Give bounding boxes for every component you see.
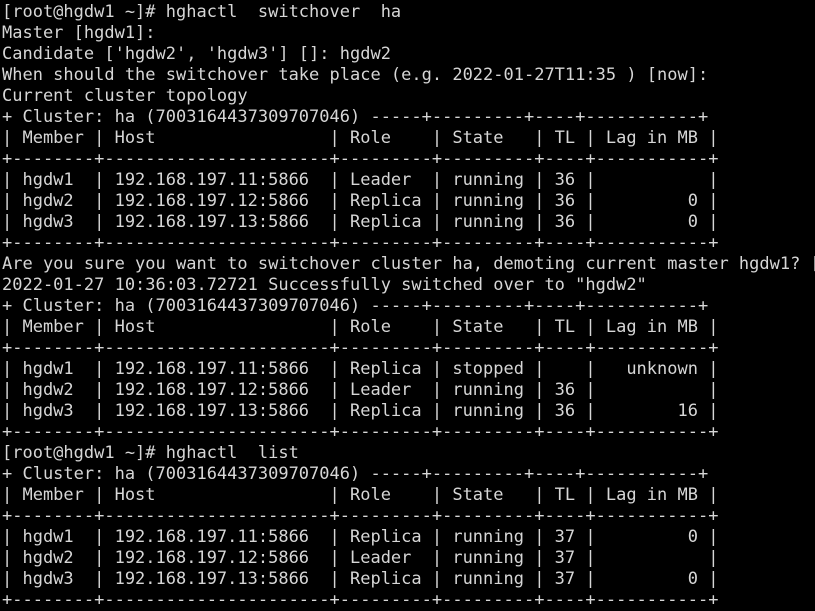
- terminal-line: | hgdw2 | 192.168.197.12:5866 | Leader |…: [2, 548, 719, 568]
- terminal-line: Are you sure you want to switchover clus…: [2, 254, 815, 274]
- terminal-line: | hgdw3 | 192.168.197.13:5866 | Replica …: [2, 212, 719, 232]
- terminal-line: [root@hgdw1 ~]# hghactl list: [2, 443, 299, 463]
- terminal-line: + Cluster: ha (7003164437309707046) ----…: [2, 296, 709, 316]
- terminal-line: [root@hgdw1 ~]# hghactl switchover ha: [2, 2, 402, 22]
- terminal-line: | Member | Host | Role | State | TL | La…: [2, 128, 719, 148]
- terminal-line: Current cluster topology: [2, 86, 248, 106]
- terminal-line: Master [hgdw1]:: [2, 23, 156, 43]
- terminal-line: +--------+----------------------+-------…: [2, 338, 719, 358]
- terminal-output: [root@hgdw1 ~]# hghactl switchover ha Mas…: [2, 2, 815, 611]
- terminal-line: 2022-01-27 10:36:03.72721 Successfully s…: [2, 275, 647, 295]
- terminal-line: | hgdw2 | 192.168.197.12:5866 | Replica …: [2, 191, 719, 211]
- terminal-line: +--------+----------------------+-------…: [2, 506, 719, 526]
- terminal-line: +--------+----------------------+-------…: [2, 422, 719, 442]
- terminal-line: | hgdw2 | 192.168.197.12:5866 | Leader |…: [2, 380, 719, 400]
- terminal-line: Candidate ['hgdw2', 'hgdw3'] []: hgdw2: [2, 44, 391, 64]
- terminal-window[interactable]: [root@hgdw1 ~]# hghactl switchover ha Mas…: [0, 0, 815, 611]
- terminal-line: + Cluster: ha (7003164437309707046) ----…: [2, 464, 709, 484]
- terminal-line: | hgdw3 | 192.168.197.13:5866 | Replica …: [2, 569, 719, 589]
- terminal-line: +--------+----------------------+-------…: [2, 149, 719, 169]
- terminal-line: | Member | Host | Role | State | TL | La…: [2, 485, 719, 505]
- terminal-line: | hgdw3 | 192.168.197.13:5866 | Replica …: [2, 401, 719, 421]
- terminal-line: | hgdw1 | 192.168.197.11:5866 | Leader |…: [2, 170, 719, 190]
- terminal-line: + Cluster: ha (7003164437309707046) ----…: [2, 107, 709, 127]
- terminal-line: +--------+----------------------+-------…: [2, 590, 719, 610]
- terminal-line: | Member | Host | Role | State | TL | La…: [2, 317, 719, 337]
- terminal-line: | hgdw1 | 192.168.197.11:5866 | Replica …: [2, 527, 719, 547]
- terminal-line: When should the switchover take place (e…: [2, 65, 709, 85]
- terminal-line: | hgdw1 | 192.168.197.11:5866 | Replica …: [2, 359, 719, 379]
- terminal-line: +--------+----------------------+-------…: [2, 233, 719, 253]
